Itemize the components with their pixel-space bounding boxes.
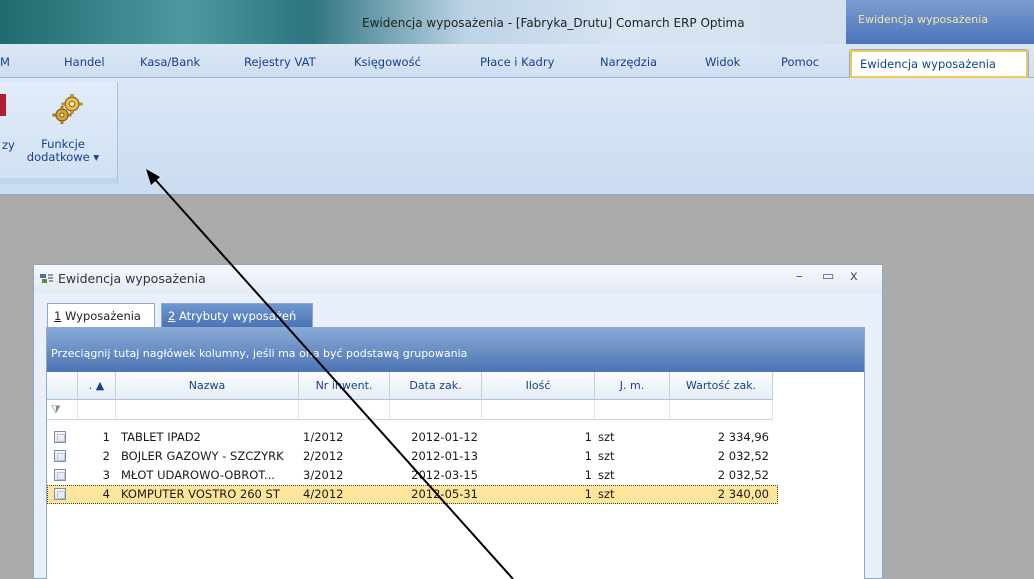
tab-place-i-kadry[interactable]: Płace i Kadry bbox=[480, 55, 554, 69]
cell-ilosc: 1 bbox=[584, 487, 592, 501]
funkcje-dodatkowe-label: Funkcje dodatkowe ▾ bbox=[24, 138, 102, 164]
row-checkbox[interactable] bbox=[54, 488, 66, 500]
filter-cell-nr-inwent[interactable] bbox=[299, 400, 390, 420]
tab-rejestry-vat[interactable]: Rejestry VAT bbox=[244, 55, 316, 69]
context-tab-header: Ewidencja wyposażenia bbox=[846, 0, 1034, 44]
cell-jm: szt bbox=[598, 449, 615, 463]
cell-nr-inwent: 4/2012 bbox=[303, 487, 344, 501]
column-header-nazwa[interactable]: Nazwa bbox=[116, 372, 299, 400]
cell-nr-inwent: 2/2012 bbox=[303, 449, 344, 463]
group-hint-text: Przeciągnij tutaj nagłówek kolumny, jeśl… bbox=[51, 347, 468, 360]
minimize-button[interactable]: – bbox=[796, 269, 803, 284]
table-row-selected[interactable]: 4 KOMPUTER VOSTRO 260 ST 4/2012 2012-05-… bbox=[47, 485, 778, 504]
filter-cell-lp[interactable] bbox=[78, 400, 116, 420]
filter-cell-data-zak[interactable] bbox=[390, 400, 482, 420]
cell-lp: 4 bbox=[102, 487, 110, 501]
tab-widok[interactable]: Widok bbox=[705, 55, 740, 69]
filter-row-selector[interactable]: ⧩ bbox=[47, 400, 78, 420]
title-bar: Ewidencja wyposażenia - [Fabryka_Drutu] … bbox=[0, 0, 1034, 44]
cell-lp: 3 bbox=[102, 468, 110, 482]
filter-cell-nazwa[interactable] bbox=[116, 400, 299, 420]
context-tab-label: Ewidencja wyposażenia bbox=[858, 13, 989, 26]
cell-data-zak: 2012-01-13 bbox=[411, 449, 478, 463]
cell-nr-inwent: 3/2012 bbox=[303, 468, 344, 482]
tab1-label: Wyposażenia bbox=[61, 309, 141, 323]
ewidencja-window: Ewidencja wyposażenia – ▭ x 1 Wyposażeni… bbox=[33, 264, 883, 579]
cell-nazwa: TABLET IPAD2 bbox=[121, 430, 201, 444]
tab-ewidencja-wyposazenia[interactable]: Ewidencja wyposażenia bbox=[849, 49, 1029, 79]
maximize-button[interactable]: ▭ bbox=[822, 269, 834, 284]
window-title: Ewidencja wyposażenia - [Fabryka_Drutu] … bbox=[362, 16, 745, 30]
ribbon-group: zy Funkcje dodatkowe ▾ bbox=[0, 82, 118, 184]
window-titlebar[interactable]: Ewidencja wyposażenia – ▭ x bbox=[34, 265, 882, 293]
row-checkbox[interactable] bbox=[54, 431, 66, 443]
column-header-nr-inwent[interactable]: Nr inwent. bbox=[299, 372, 390, 400]
cell-jm: szt bbox=[598, 487, 615, 501]
cell-data-zak: 2012-01-12 bbox=[411, 430, 478, 444]
column-header-data-zak[interactable]: Data zak. bbox=[390, 372, 482, 400]
close-button[interactable]: x bbox=[850, 269, 858, 284]
table-row[interactable]: 1 TABLET IPAD2 1/2012 2012-01-12 1 szt 2… bbox=[47, 428, 778, 447]
window-title-text: Ewidencja wyposażenia bbox=[58, 271, 206, 286]
partial-button-label: zy bbox=[2, 138, 15, 152]
column-header-checkbox[interactable] bbox=[47, 372, 78, 400]
ribbon: zy Funkcje dodatkowe ▾ bbox=[0, 78, 1034, 195]
cell-wartosc: 2 032,52 bbox=[717, 468, 769, 482]
cell-ilosc: 1 bbox=[584, 449, 592, 463]
group-by-area[interactable]: Przeciągnij tutaj nagłówek kolumny, jeśl… bbox=[47, 328, 864, 372]
column-header-ilosc[interactable]: Ilość bbox=[482, 372, 595, 400]
tab-atrybuty-wyposazen[interactable]: 2 Atrybuty wyposażeń bbox=[161, 303, 313, 327]
funkcje-label-line2: dodatkowe ▾ bbox=[26, 150, 100, 164]
table-row[interactable]: 3 MŁOT UDAROWO-OBROT... 3/2012 2012-03-1… bbox=[47, 466, 778, 485]
filter-cell-wartosc[interactable] bbox=[670, 400, 773, 420]
filter-icon: ⧩ bbox=[51, 403, 61, 416]
column-header-lp[interactable]: . ▲ bbox=[78, 372, 116, 400]
equipment-icon bbox=[40, 274, 53, 283]
cell-nazwa: BOJLER GAZOWY - SZCZYRK bbox=[121, 449, 284, 463]
cell-data-zak: 2012-03-15 bbox=[411, 468, 478, 482]
row-checkbox[interactable] bbox=[54, 450, 66, 462]
table-row[interactable]: 2 BOJLER GAZOWY - SZCZYRK 2/2012 2012-01… bbox=[47, 447, 778, 466]
cell-lp: 1 bbox=[102, 430, 110, 444]
cell-data-zak: 2012-05-31 bbox=[411, 487, 478, 501]
equipment-grid: Przeciągnij tutaj nagłówek kolumny, jeśl… bbox=[46, 327, 865, 579]
cell-lp: 2 bbox=[102, 449, 110, 463]
tab-partial[interactable]: M bbox=[0, 55, 10, 69]
cell-nr-inwent: 1/2012 bbox=[303, 430, 344, 444]
cell-wartosc: 2 334,96 bbox=[717, 430, 769, 444]
column-header-wartosc-zak[interactable]: Wartość zak. bbox=[670, 372, 773, 400]
tab-ksiegowosc[interactable]: Księgowość bbox=[354, 55, 421, 69]
cell-nazwa: KOMPUTER VOSTRO 260 ST bbox=[121, 487, 280, 501]
cell-nazwa: MŁOT UDAROWO-OBROT... bbox=[121, 468, 275, 482]
tab-narzedzia[interactable]: Narzędzia bbox=[600, 55, 657, 69]
partial-red-icon[interactable] bbox=[0, 94, 6, 116]
cell-wartosc: 2 340,00 bbox=[717, 487, 769, 501]
tab-kasa-bank[interactable]: Kasa/Bank bbox=[140, 55, 200, 69]
filter-cell-jm[interactable] bbox=[595, 400, 670, 420]
tab-wyposazenia[interactable]: 1 Wyposażenia bbox=[47, 303, 155, 327]
tab-pomoc[interactable]: Pomoc bbox=[781, 55, 819, 69]
filter-cell-ilosc[interactable] bbox=[482, 400, 595, 420]
gears-icon bbox=[52, 94, 83, 124]
ribbon-tabs: M Handel Kasa/Bank Rejestry VAT Księgowo… bbox=[0, 44, 1034, 79]
column-header-jm[interactable]: J. m. bbox=[595, 372, 670, 400]
cell-ilosc: 1 bbox=[584, 468, 592, 482]
cell-wartosc: 2 032,52 bbox=[717, 449, 769, 463]
tab2-label: Atrybuty wyposażeń bbox=[175, 309, 297, 323]
cell-jm: szt bbox=[598, 468, 615, 482]
cell-jm: szt bbox=[598, 430, 615, 444]
cell-ilosc: 1 bbox=[584, 430, 592, 444]
tab-handel[interactable]: Handel bbox=[64, 55, 105, 69]
row-checkbox[interactable] bbox=[54, 469, 66, 481]
funkcje-dodatkowe-button[interactable]: Funkcje dodatkowe ▾ bbox=[24, 88, 102, 168]
